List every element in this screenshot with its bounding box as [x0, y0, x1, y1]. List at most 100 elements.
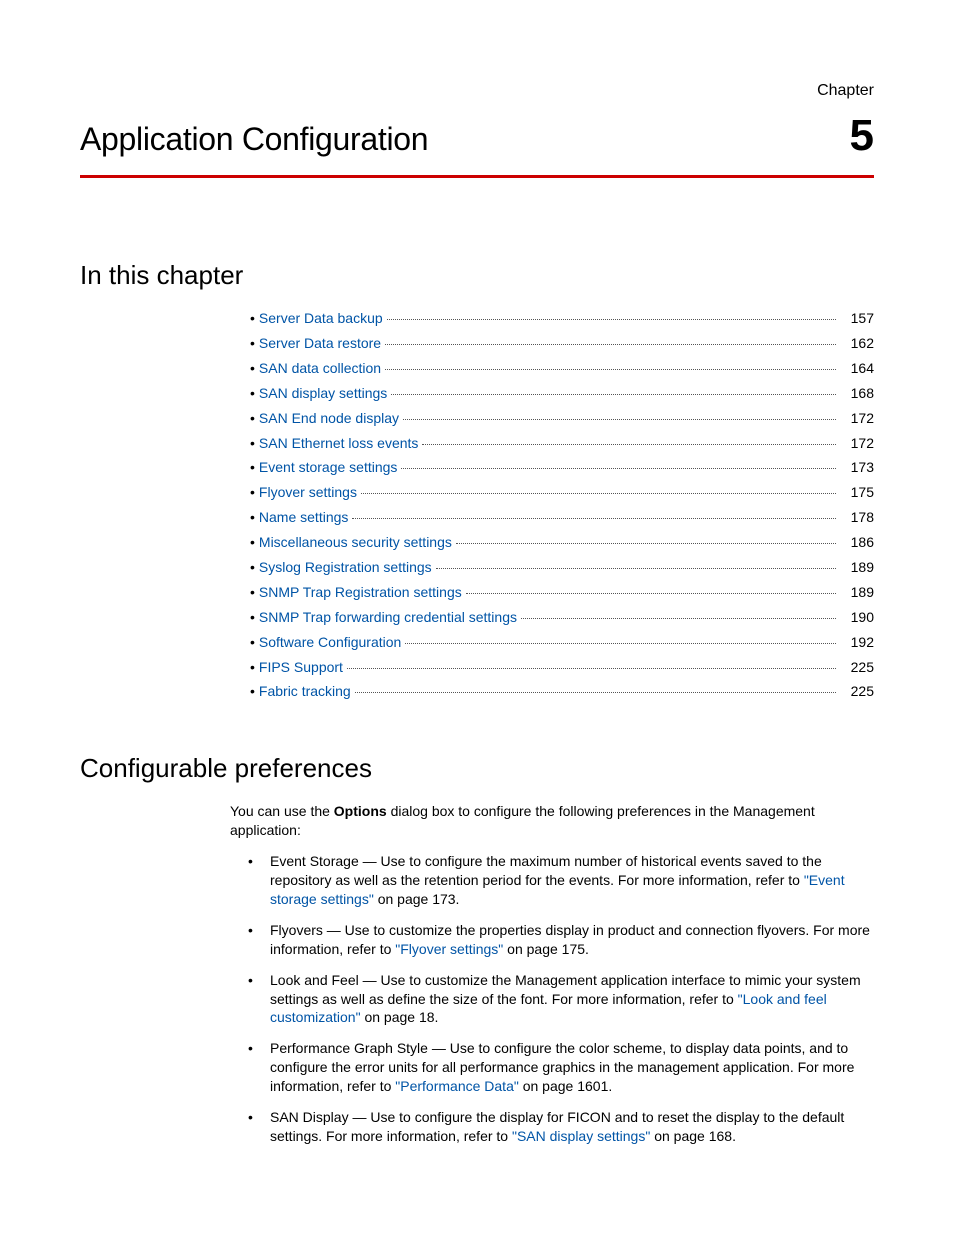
- toc-page: 189: [840, 583, 874, 602]
- toc-page: 186: [840, 533, 874, 552]
- preference-item: Flyovers — Use to customize the properti…: [248, 921, 874, 959]
- preference-link[interactable]: "SAN display settings": [512, 1128, 650, 1144]
- toc-link[interactable]: SAN Ethernet loss events: [259, 434, 419, 453]
- bullet-icon: •: [250, 558, 255, 577]
- toc-link[interactable]: Event storage settings: [259, 458, 398, 477]
- toc-page: 162: [840, 334, 874, 353]
- toc-link[interactable]: SNMP Trap forwarding credential settings: [259, 608, 517, 627]
- preference-text-trail: on page 18.: [361, 1009, 439, 1025]
- toc-page: 172: [840, 434, 874, 453]
- preference-title: Look and Feel: [270, 972, 359, 988]
- toc-leader: [405, 643, 836, 644]
- toc-link[interactable]: SAN display settings: [259, 384, 387, 403]
- toc-row: •FIPS Support 225: [250, 658, 874, 677]
- bullet-icon: •: [250, 359, 255, 378]
- preference-item: Look and Feel — Use to customize the Man…: [248, 971, 874, 1028]
- toc-row: •Software Configuration 192: [250, 633, 874, 652]
- toc-leader: [385, 344, 836, 345]
- section-heading: Configurable preferences: [80, 751, 874, 786]
- toc-page: 192: [840, 633, 874, 652]
- toc-row: •SNMP Trap forwarding credential setting…: [250, 608, 874, 627]
- red-divider: [80, 175, 874, 178]
- toc-row: •SNMP Trap Registration settings 189: [250, 583, 874, 602]
- toc-leader: [436, 568, 836, 569]
- toc-link[interactable]: Syslog Registration settings: [259, 558, 432, 577]
- toc-link[interactable]: Miscellaneous security settings: [259, 533, 452, 552]
- preference-title: SAN Display: [270, 1109, 349, 1125]
- toc-link[interactable]: Fabric tracking: [259, 682, 351, 701]
- toc-leader: [387, 319, 836, 320]
- toc-page: 225: [840, 682, 874, 701]
- toc-page: 225: [840, 658, 874, 677]
- bullet-icon: •: [250, 583, 255, 602]
- toc-page: 168: [840, 384, 874, 403]
- bullet-icon: •: [250, 658, 255, 677]
- toc-page: 189: [840, 558, 874, 577]
- toc-link[interactable]: SNMP Trap Registration settings: [259, 583, 462, 602]
- toc-page: 173: [840, 458, 874, 477]
- toc-link[interactable]: Software Configuration: [259, 633, 401, 652]
- bullet-icon: •: [250, 309, 255, 328]
- toc-link[interactable]: Server Data restore: [259, 334, 381, 353]
- toc-page: 164: [840, 359, 874, 378]
- toc-page: 178: [840, 508, 874, 527]
- toc-row: •Fabric tracking225: [250, 682, 874, 701]
- toc-leader: [352, 518, 836, 519]
- toc-leader: [355, 692, 836, 693]
- toc-leader: [422, 444, 836, 445]
- toc-row: •Name settings 178: [250, 508, 874, 527]
- toc-row: •SAN Ethernet loss events 172: [250, 434, 874, 453]
- toc-heading: In this chapter: [80, 258, 874, 293]
- toc-row: •Miscellaneous security settings 186: [250, 533, 874, 552]
- bullet-icon: •: [250, 458, 255, 477]
- intro-paragraph: You can use the Options dialog box to co…: [230, 802, 874, 840]
- bullet-icon: •: [250, 384, 255, 403]
- preference-title: Event Storage: [270, 853, 359, 869]
- bullet-icon: •: [250, 508, 255, 527]
- toc-link[interactable]: Name settings: [259, 508, 348, 527]
- bullet-icon: •: [250, 608, 255, 627]
- preference-text-trail: on page 1601.: [519, 1078, 612, 1094]
- toc-leader: [347, 668, 836, 669]
- preference-item: Event Storage — Use to configure the max…: [248, 852, 874, 909]
- preference-text-trail: on page 173.: [374, 891, 460, 907]
- toc-page: 190: [840, 608, 874, 627]
- preference-text-trail: on page 175.: [503, 941, 589, 957]
- chapter-title: Application Configuration: [80, 118, 428, 161]
- toc-link[interactable]: Flyover settings: [259, 483, 357, 502]
- toc-list: •Server Data backup157•Server Data resto…: [250, 309, 874, 701]
- bullet-icon: •: [250, 409, 255, 428]
- chapter-label: Chapter: [80, 80, 874, 102]
- bullet-icon: •: [250, 434, 255, 453]
- preference-title: Performance Graph Style: [270, 1040, 428, 1056]
- preference-text-trail: on page 168.: [650, 1128, 736, 1144]
- toc-link[interactable]: SAN data collection: [259, 359, 381, 378]
- preference-link[interactable]: "Performance Data": [395, 1078, 519, 1094]
- toc-leader: [401, 468, 836, 469]
- toc-row: •Server Data backup157: [250, 309, 874, 328]
- toc-leader: [361, 493, 836, 494]
- preference-item: SAN Display — Use to configure the displ…: [248, 1108, 874, 1146]
- toc-row: •Flyover settings 175: [250, 483, 874, 502]
- toc-row: •SAN display settings 168: [250, 384, 874, 403]
- bullet-icon: •: [250, 334, 255, 353]
- preference-title: Flyovers: [270, 922, 323, 938]
- toc-page: 175: [840, 483, 874, 502]
- toc-link[interactable]: SAN End node display: [259, 409, 399, 428]
- intro-a: You can use the: [230, 803, 334, 819]
- bullet-icon: •: [250, 633, 255, 652]
- toc-leader: [466, 593, 836, 594]
- toc-row: •Syslog Registration settings 189: [250, 558, 874, 577]
- preference-link[interactable]: "Flyover settings": [395, 941, 503, 957]
- bullet-icon: •: [250, 483, 255, 502]
- toc-link[interactable]: Server Data backup: [259, 309, 383, 328]
- preference-item: Performance Graph Style — Use to configu…: [248, 1039, 874, 1096]
- toc-page: 172: [840, 409, 874, 428]
- toc-row: •Server Data restore 162: [250, 334, 874, 353]
- toc-leader: [403, 419, 836, 420]
- toc-row: •SAN End node display 172: [250, 409, 874, 428]
- chapter-number: 5: [850, 106, 874, 165]
- toc-link[interactable]: FIPS Support: [259, 658, 343, 677]
- toc-leader: [456, 543, 836, 544]
- bullet-icon: •: [250, 533, 255, 552]
